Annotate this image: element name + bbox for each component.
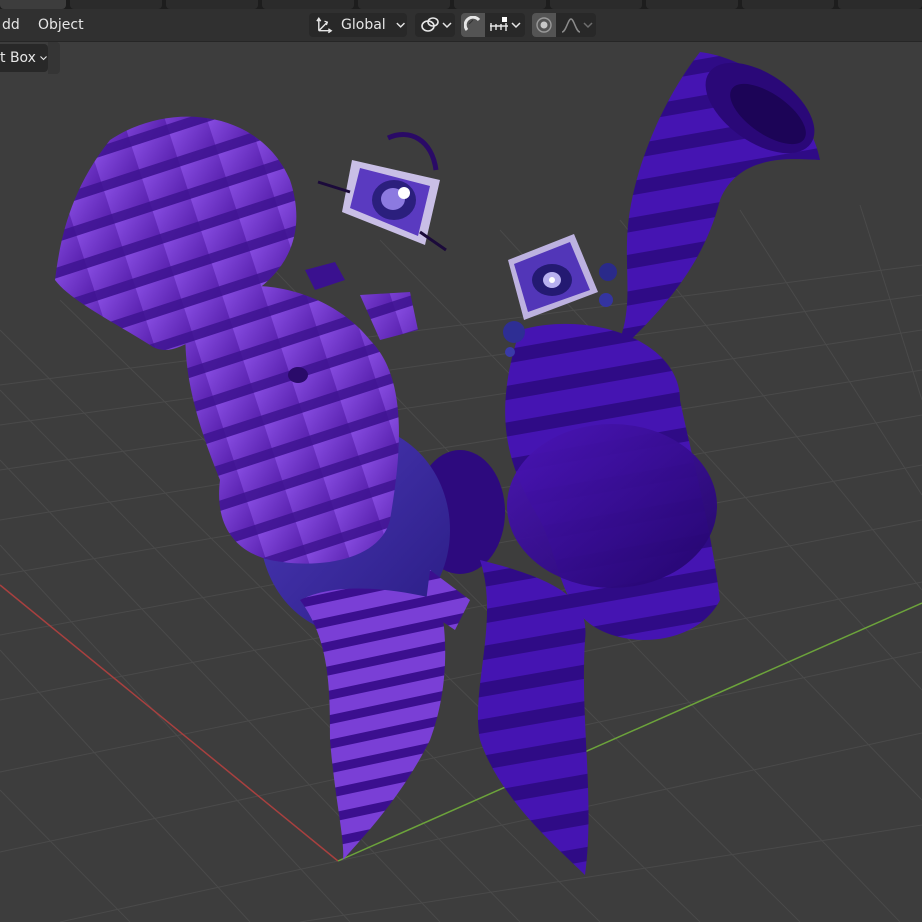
pivot-point-dropdown[interactable] [415,13,455,37]
chevron-down-icon [511,22,521,29]
workspace-tab[interactable] [358,0,450,9]
x-axis-line [0,584,339,862]
hand-upper [360,292,418,340]
workspace-tab[interactable] [550,0,642,9]
dark-leg[interactable] [477,560,589,875]
workspace-tab[interactable] [70,0,162,9]
select-mode-label: t Box [0,50,36,66]
snap-toggle[interactable] [461,13,485,37]
3d-viewport[interactable] [0,42,922,922]
workspace-tab[interactable] [262,0,354,9]
arm-joint [288,367,308,383]
falloff-curve-icon [561,18,581,33]
viewport-header: dd Object Global [0,9,922,42]
workspace-tab[interactable] [646,0,738,9]
dark-hip [507,424,717,588]
menu-object[interactable]: Object [36,15,86,35]
chevron-down-icon [40,56,47,61]
transform-orientation-icon [316,17,333,34]
hand-fingers [305,262,345,290]
chevron-down-icon [396,22,405,28]
proportional-editing-toggle[interactable] [532,13,556,37]
workspace-tabs-strip [0,0,922,9]
snap-target-dropdown[interactable] [485,13,525,37]
workspace-tab[interactable] [454,0,546,9]
workspace-tab[interactable] [166,0,258,9]
eye-screen-left [317,132,447,252]
blender-window: dd Object Global t Box [0,0,922,922]
menu-add[interactable]: dd [0,15,22,35]
pivot-link-icon [421,17,439,32]
select-mode-dropdown[interactable]: t Box [0,44,48,72]
magnet-icon [464,16,481,31]
workspace-tab-active[interactable] [0,0,66,9]
transform-orientation-dropdown[interactable]: Global [309,13,407,37]
striped-arm-lower[interactable] [185,285,399,564]
snap-increment-icon [490,17,508,31]
proportional-editing-icon [536,17,552,33]
proportional-falloff-dropdown[interactable] [556,13,596,37]
striped-leg-left[interactable] [300,588,446,860]
workspace-tab[interactable] [742,0,834,9]
chevron-down-icon [442,22,452,29]
transform-orientation-label: Global [341,17,386,33]
workspace-tab[interactable] [838,0,922,9]
chevron-down-icon [583,22,593,29]
select-box-shadow [48,42,60,74]
character-model[interactable] [55,45,830,875]
viewport-canvas[interactable] [0,42,922,922]
